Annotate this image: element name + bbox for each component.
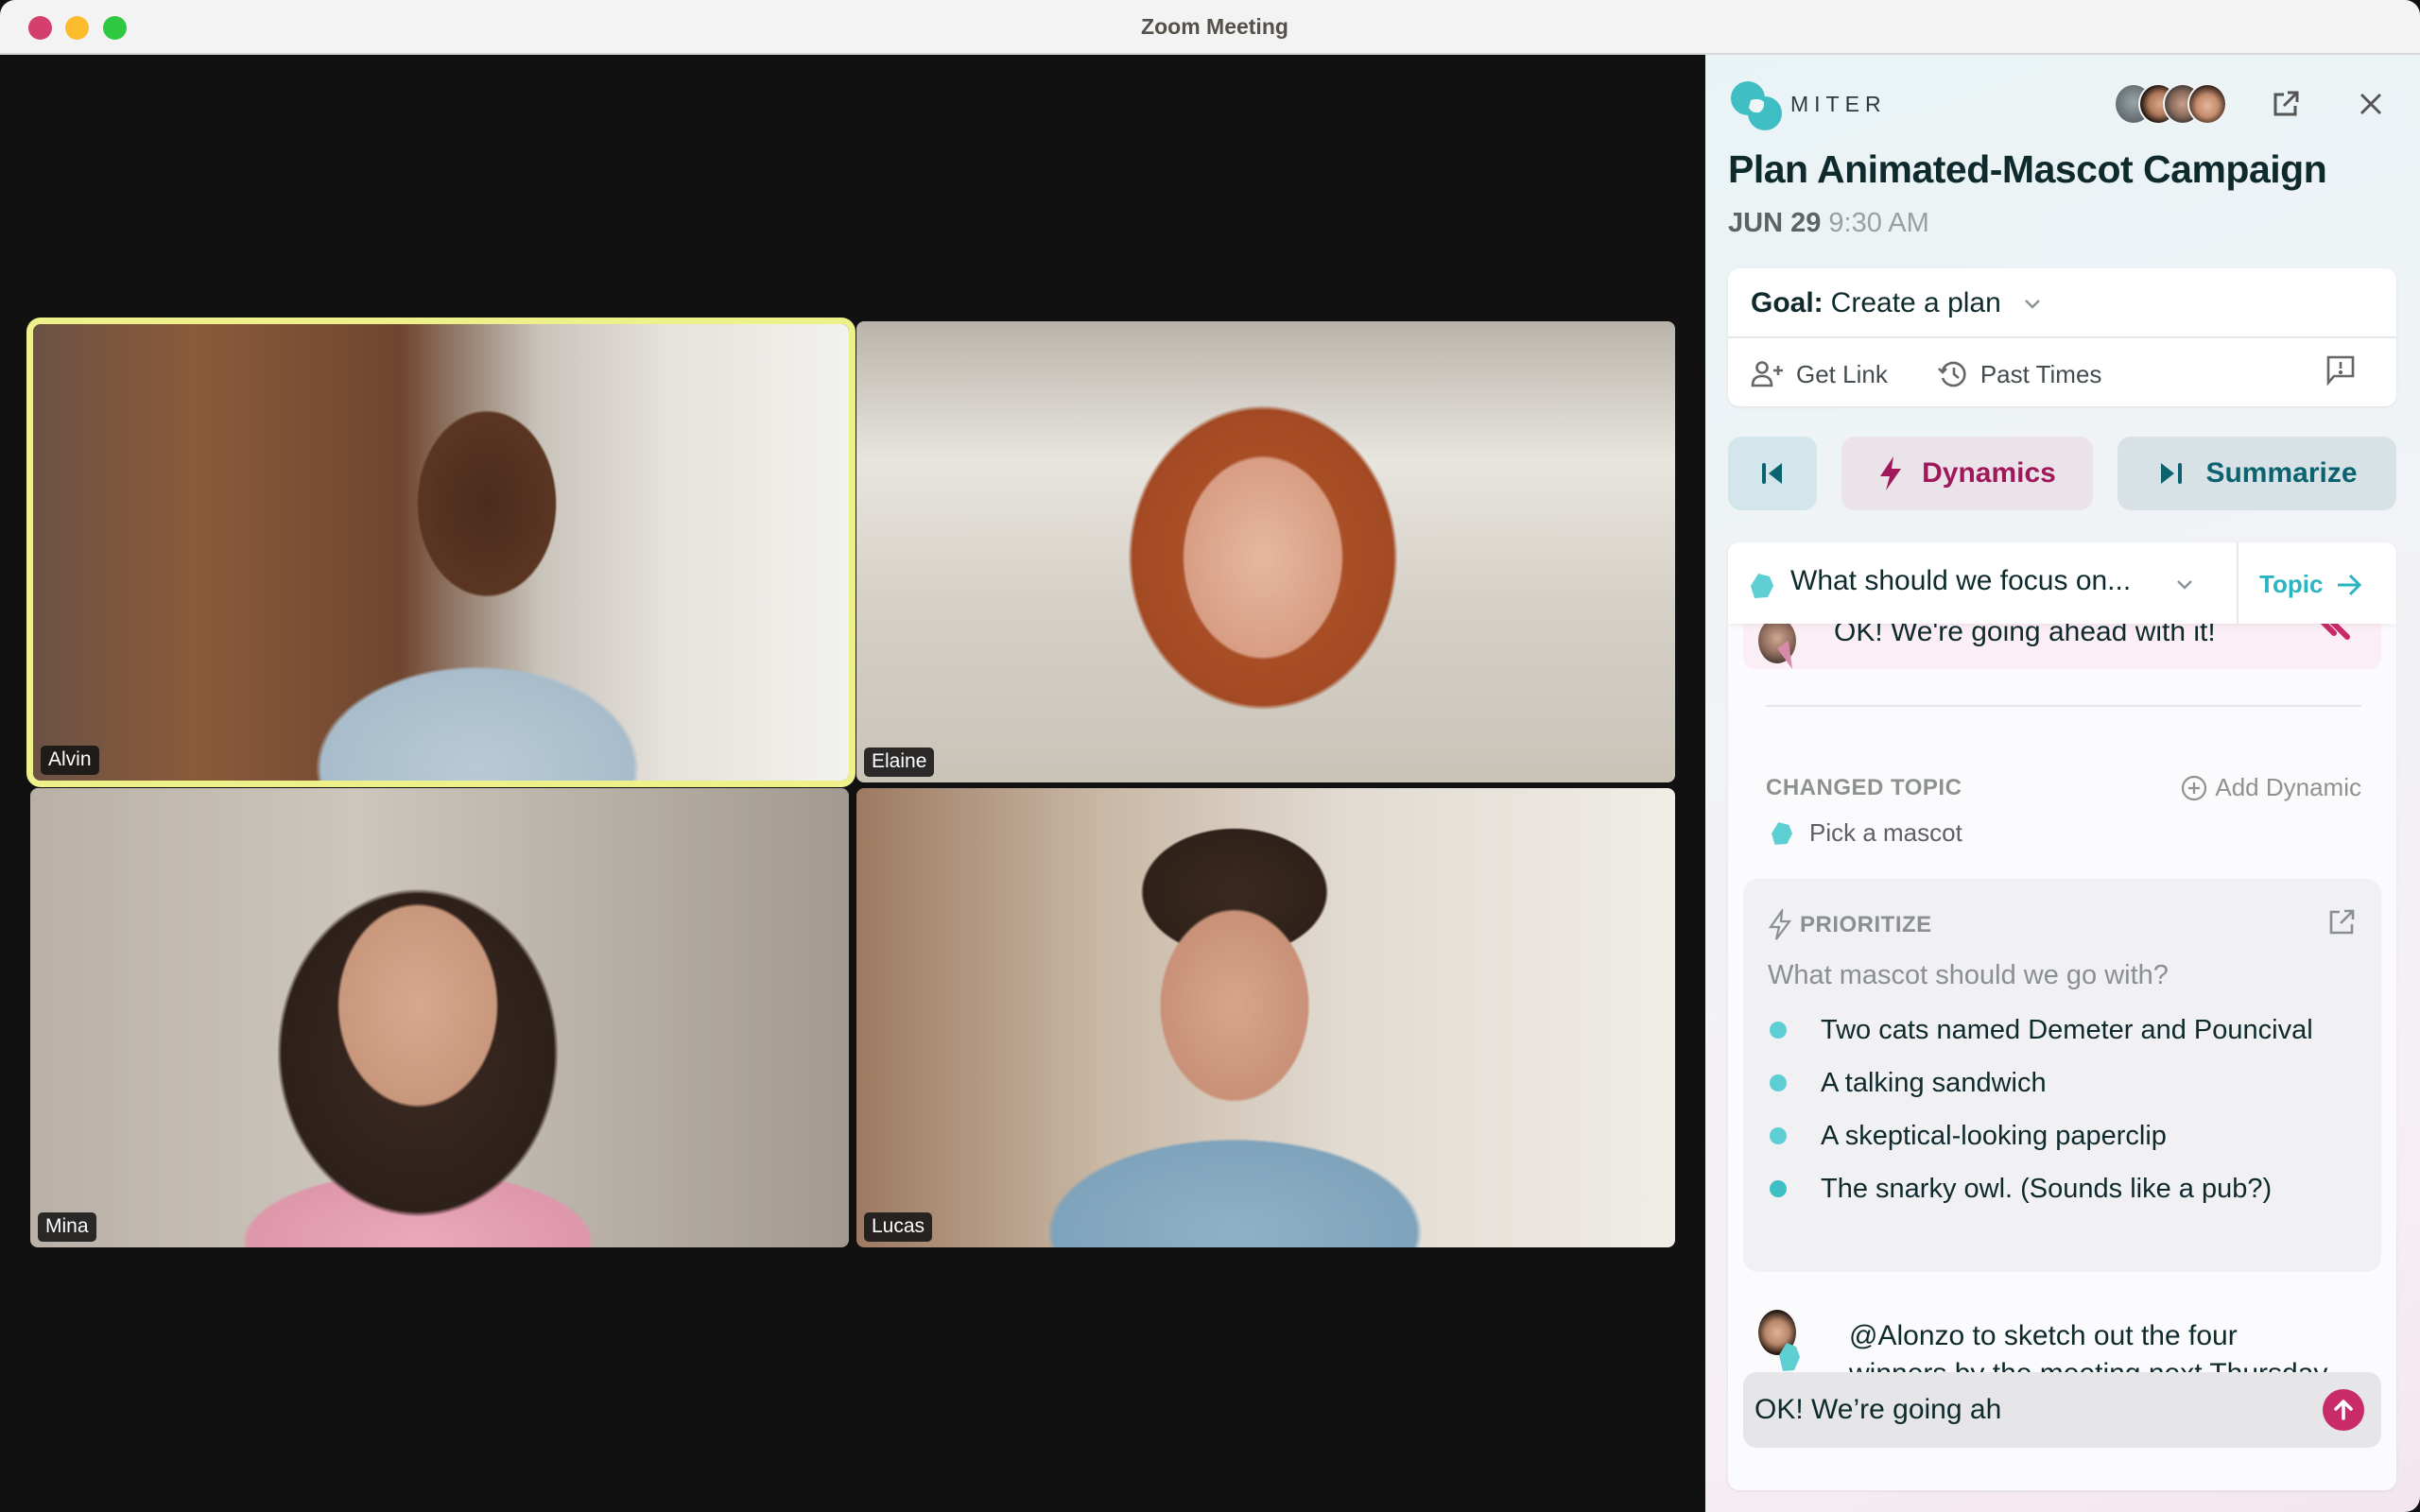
participant-video [856, 321, 1675, 782]
changed-topic-item: Pick a mascot [1772, 818, 1962, 848]
topic-hexagon-icon [1751, 574, 1773, 598]
dynamic-option[interactable]: Two cats named Demeter and Pouncival [1768, 1011, 2354, 1049]
participant-video [856, 788, 1675, 1247]
goal-dropdown[interactable]: Goal: Create a plan [1751, 287, 2043, 319]
current-topic-dropdown[interactable]: What should we focus on... [1790, 565, 2131, 597]
participant-name-label: Mina [38, 1212, 96, 1242]
avatar [2187, 83, 2227, 125]
dynamic-option[interactable]: A skeptical-looking paperclip [1768, 1117, 2354, 1155]
participant-video [30, 788, 849, 1247]
dynamic-option[interactable]: A talking sandwich [1768, 1064, 2354, 1102]
add-person-icon [1751, 361, 1783, 387]
divider [1728, 336, 2396, 338]
external-link-icon[interactable] [2271, 89, 2301, 119]
history-icon [1937, 361, 1966, 387]
title-bar: Zoom Meeting [0, 0, 2420, 55]
bullet-dot-icon [1770, 1180, 1787, 1197]
close-icon[interactable] [2356, 89, 2386, 119]
changed-topic-header: CHANGED TOPIC Add Dynamic [1766, 773, 2361, 802]
dynamics-label: Dynamics [1922, 457, 2056, 489]
dynamic-header: PRIORITIZE [1768, 909, 1932, 941]
window-title: Zoom Meeting [1141, 14, 1288, 39]
attendee-avatars[interactable] [2114, 83, 2227, 125]
next-topic-label: Topic [2259, 570, 2324, 598]
arrow-up-icon [2334, 1400, 2353, 1420]
chevron-down-icon [2177, 580, 2192, 590]
brand-name: MITER [1790, 92, 1887, 116]
topic-bar: What should we focus on... Topic [1728, 542, 2396, 624]
option-text: The snarky owl. (Sounds like a pub?) [1821, 1174, 2273, 1204]
meeting-actions: Get Link Past Times [1751, 359, 2374, 389]
summarize-button[interactable]: Summarize [2118, 437, 2396, 510]
video-tile-lucas[interactable]: Lucas [856, 788, 1675, 1247]
dynamics-button[interactable]: Dynamics [1841, 437, 2093, 510]
goal-value: Create a plan [1830, 287, 2001, 318]
goal-label: Goal: [1751, 287, 1824, 318]
video-grid: Alvin Elaine Mina Lucas [0, 55, 1705, 1512]
option-text: A skeptical-looking paperclip [1821, 1121, 2167, 1151]
participant-name-label: Lucas [864, 1212, 933, 1242]
bullet-dot-icon [1770, 1074, 1787, 1091]
divider [1766, 705, 2361, 707]
meeting-time: 9:30 AM [1828, 208, 1929, 238]
previous-topic-button[interactable] [1728, 437, 1817, 510]
topic-card: What should we focus on... Topic OK! We'… [1728, 542, 2396, 1490]
option-text: Two cats named Demeter and Pouncival [1821, 1015, 2313, 1045]
lightning-outline-icon [1768, 909, 1792, 940]
video-tile-elaine[interactable]: Elaine [856, 321, 1675, 782]
plus-circle-icon [2182, 775, 2207, 800]
option-text: A talking sandwich [1821, 1068, 2047, 1098]
bullet-dot-icon [1770, 1022, 1787, 1039]
dynamic-type-label: PRIORITIZE [1800, 912, 1932, 937]
participant-video [33, 324, 849, 781]
changed-topic-name: Pick a mascot [1809, 818, 1962, 847]
chevron-down-icon [2024, 300, 2040, 309]
video-tile-mina[interactable]: Mina [30, 788, 849, 1247]
dynamic-options: Two cats named Demeter and Pouncival A t… [1768, 1011, 2354, 1223]
arrow-right-icon [2338, 574, 2362, 595]
lightning-icon [1880, 456, 1902, 490]
topic-hexagon-icon [1772, 821, 1792, 845]
miter-logo-icon [1731, 81, 1782, 130]
meeting-title: Plan Animated-Mascot Campaign [1728, 147, 2327, 191]
past-times-label: Past Times [1979, 359, 2102, 388]
topic-hexagon-icon [1779, 1343, 1800, 1371]
get-link-button[interactable]: Get Link [1751, 360, 1888, 389]
past-times-button[interactable]: Past Times [1937, 359, 2102, 389]
participant-name-label: Elaine [864, 747, 935, 777]
send-button[interactable] [2323, 1389, 2364, 1431]
participant-name-label: Alvin [41, 746, 99, 775]
message-input[interactable] [1754, 1385, 2284, 1435]
video-tile-alvin[interactable]: Alvin [33, 324, 849, 781]
skip-back-icon [1762, 463, 1782, 484]
external-link-icon[interactable] [2326, 907, 2357, 937]
summarize-label: Summarize [2205, 457, 2358, 489]
feedback-icon[interactable] [2325, 353, 2357, 386]
meeting-date: JUN 29 [1728, 208, 1822, 238]
get-link-label: Get Link [1796, 359, 1888, 388]
prioritize-dynamic: PRIORITIZE What mascot should we go with… [1743, 879, 2381, 1272]
add-dynamic-label: Add Dynamic [2215, 773, 2361, 801]
skip-forward-icon [2161, 463, 2183, 484]
add-dynamic-button[interactable]: Add Dynamic [2181, 773, 2361, 802]
meeting-datetime: JUN 29 9:30 AM [1728, 208, 1929, 239]
next-topic-button[interactable]: Topic [2259, 570, 2362, 599]
dynamic-question: What mascot should we go with? [1768, 960, 2169, 990]
miter-side-panel: MITER Plan Animated-Mascot Campaign JUN … [1705, 55, 2420, 1512]
pink-shape-icon [1777, 641, 1792, 669]
divider [2237, 542, 2238, 624]
changed-topic-label: CHANGED TOPIC [1766, 775, 1962, 800]
bullet-dot-icon [1770, 1127, 1787, 1144]
message-composer [1743, 1372, 2381, 1448]
goal-card: Goal: Create a plan Get Link Past Times [1728, 268, 2396, 406]
dynamic-option[interactable]: The snarky owl. (Sounds like a pub?) [1768, 1170, 2354, 1208]
zoom-window: Zoom Meeting Alvin Elaine Mina Lucas MIT… [0, 0, 2420, 1512]
